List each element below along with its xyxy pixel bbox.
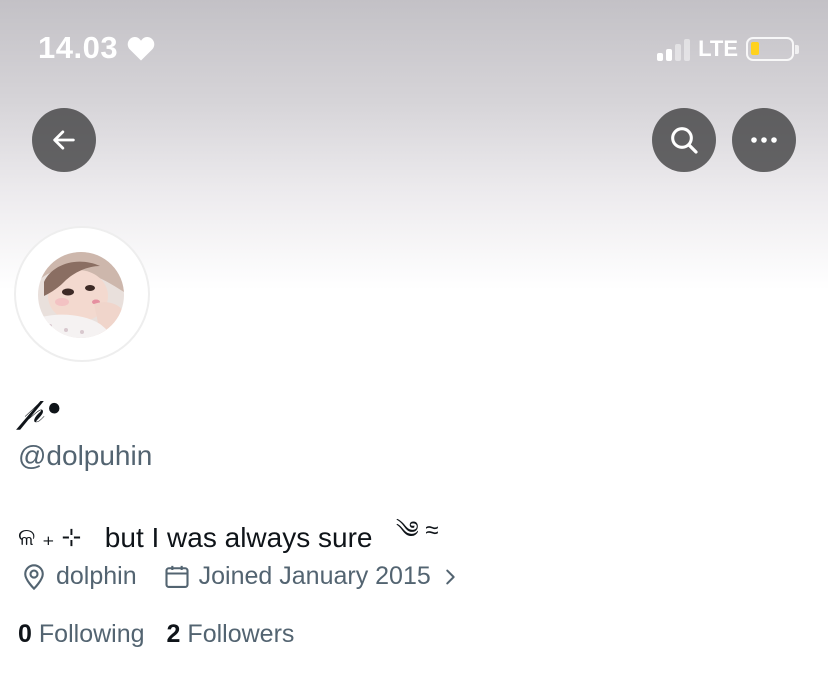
following-link[interactable]: 0 Following — [18, 620, 145, 649]
location-text: dolphin — [56, 562, 137, 590]
status-indicators: LTE — [657, 36, 799, 62]
arrow-left-icon — [53, 130, 75, 150]
avatar[interactable] — [38, 252, 124, 338]
chevron-right-icon[interactable] — [439, 566, 461, 588]
followers-label: Followers — [187, 620, 295, 648]
display-name: 𝓅• — [18, 390, 65, 431]
bio-prefix-symbols: ଳ ₊ ⊹ — [18, 524, 82, 551]
bio-text: but I was always sure — [104, 521, 373, 553]
calendar-icon — [165, 565, 189, 588]
network-label: LTE — [698, 36, 738, 61]
following-count: 0 — [18, 620, 32, 648]
location-icon — [24, 563, 44, 590]
status-time: 14.03 — [38, 30, 156, 66]
following-label: Following — [38, 620, 145, 648]
bio: ଳ ₊ ⊹ but I was always sure ༄ ≈ — [18, 504, 439, 571]
bio-suffix-symbols: ༄ ≈ — [395, 517, 439, 544]
status-time-text: 14.03 — [38, 30, 119, 65]
profile-meta: dolphin Joined January 2015 — [20, 562, 461, 591]
search-icon — [671, 127, 698, 154]
followers-count: 2 — [166, 620, 181, 648]
heart-icon — [127, 37, 155, 61]
search-button[interactable] — [652, 108, 716, 172]
joined-date[interactable]: Joined January 2015 — [199, 562, 431, 591]
more-button[interactable] — [732, 108, 796, 172]
back-button[interactable] — [32, 108, 96, 172]
follow-stats: 0 Following 2 Followers — [18, 620, 294, 649]
signal-icon — [657, 37, 691, 61]
avatar-photo — [38, 252, 124, 338]
battery-icon — [746, 37, 799, 61]
username-handle: @dolpuhin — [18, 440, 153, 471]
more-horizontal-icon — [751, 137, 777, 143]
followers-link[interactable]: 2 Followers — [167, 620, 295, 649]
